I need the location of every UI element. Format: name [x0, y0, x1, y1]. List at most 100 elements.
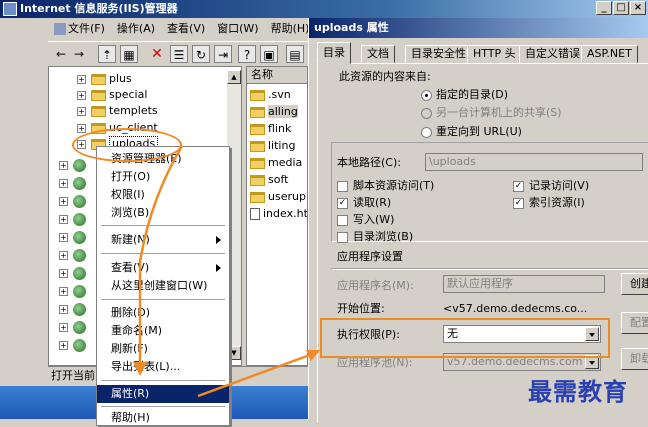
radio-button[interactable] — [421, 126, 432, 138]
website-node[interactable]: + — [59, 283, 86, 299]
website-node[interactable]: + — [59, 247, 86, 263]
expand-icon[interactable]: + — [77, 106, 86, 116]
create-button[interactable]: 创建 — [621, 273, 648, 295]
unload-button[interactable]: 卸载 — [621, 348, 648, 370]
radio-button[interactable] — [421, 89, 432, 101]
expand-icon[interactable]: + — [59, 196, 68, 206]
tree-item[interactable]: + templets — [77, 103, 158, 119]
checkbox[interactable] — [337, 180, 348, 192]
checkbox-index-resource[interactable]: ✓ 索引资源(I) — [513, 196, 585, 210]
checkbox-write[interactable]: 写入(W) — [337, 213, 394, 227]
expand-icon[interactable]: + — [59, 214, 68, 224]
minimize-button[interactable]: _ — [596, 1, 612, 15]
tab-documents[interactable]: 文档 — [361, 45, 395, 63]
radio-button[interactable] — [421, 107, 432, 119]
ctx-delete[interactable]: 删除(D) — [97, 304, 229, 322]
ctx-help[interactable]: 帮助(H) — [97, 409, 229, 427]
ctx-view[interactable]: 查看(V) — [97, 259, 229, 277]
config-button[interactable]: 配置 — [621, 312, 648, 334]
expand-icon[interactable]: + — [59, 286, 68, 296]
website-node[interactable]: + — [59, 211, 86, 227]
checkmark-icon[interactable]: ✓ — [513, 197, 524, 209]
website-node[interactable]: + — [59, 337, 86, 353]
ctx-browse[interactable]: 浏览(B) — [97, 204, 229, 222]
ctx-open[interactable]: 打开(O) — [97, 168, 229, 186]
main-title-bar[interactable]: Internet 信息服务(IIS)管理器 — [0, 0, 648, 18]
expand-icon[interactable]: + — [77, 123, 86, 133]
help-icon[interactable]: ? — [238, 45, 256, 63]
export-list-icon[interactable]: ⇥ — [214, 45, 232, 63]
scroll-up-icon[interactable]: ▲ — [227, 70, 241, 84]
maximize-button[interactable]: □ — [613, 1, 629, 15]
checkbox-directory-browsing[interactable]: 目录浏览(B) — [337, 230, 413, 244]
checkbox[interactable] — [337, 214, 348, 226]
website-node[interactable]: + — [59, 301, 86, 317]
console-tree-icon[interactable]: ▣ — [260, 45, 278, 63]
result-list[interactable]: 名称 .svn alling flink liting media soft u… — [246, 66, 308, 366]
list-item[interactable]: .svn — [250, 86, 291, 103]
menu-window[interactable]: 窗口(W) — [211, 19, 264, 39]
radio-specified-directory[interactable]: 指定的目录(D) — [421, 88, 508, 102]
checkmark-icon[interactable]: ✓ — [513, 180, 524, 192]
radio-redirect-url[interactable]: 重定向到 URL(U) — [421, 125, 522, 139]
ctx-rename[interactable]: 重命名(M) — [97, 322, 229, 340]
list-item[interactable]: liting — [250, 137, 295, 154]
checkbox-script-source[interactable]: 脚本资源访问(T) — [337, 179, 434, 193]
forward-arrow-icon[interactable]: → — [70, 45, 88, 63]
tree-item[interactable]: + plus — [77, 71, 132, 87]
tab-custom-errors[interactable]: 自定义错误 — [519, 45, 586, 63]
local-path-field[interactable]: \uploads — [425, 153, 643, 171]
ctx-new-window[interactable]: 从这里创建窗口(W) — [97, 277, 229, 295]
expand-icon[interactable]: + — [59, 322, 68, 332]
checkbox[interactable] — [337, 231, 348, 243]
expand-icon[interactable]: + — [77, 74, 86, 84]
website-node[interactable]: + — [59, 193, 86, 209]
tab-directory-security[interactable]: 目录安全性 — [405, 45, 472, 63]
expand-icon[interactable]: + — [77, 90, 86, 100]
expand-icon[interactable]: + — [59, 160, 68, 170]
close-button[interactable]: × — [630, 1, 646, 15]
column-header-name[interactable]: 名称 — [247, 67, 307, 84]
expand-icon[interactable]: + — [59, 304, 68, 314]
ctx-new[interactable]: 新建(N) — [97, 231, 229, 249]
dialog-title-bar[interactable]: uploads 属性 — [309, 18, 648, 38]
up-folder-icon[interactable]: ⇡ — [98, 45, 116, 63]
expand-icon[interactable]: + — [59, 250, 68, 260]
checkbox-log-visits[interactable]: ✓ 记录访问(V) — [513, 179, 589, 193]
expand-icon[interactable]: + — [59, 232, 68, 242]
ctx-export-list[interactable]: 导出列表(L)... — [97, 358, 229, 376]
refresh-icon[interactable]: ↻ — [192, 45, 210, 63]
toolbar-extra-icon[interactable]: ▤ — [286, 45, 304, 63]
expand-icon[interactable]: + — [59, 178, 68, 188]
website-node[interactable]: + — [59, 265, 86, 281]
checkmark-icon[interactable]: ✓ — [337, 197, 348, 209]
list-item[interactable]: media — [250, 154, 302, 171]
expand-icon[interactable]: + — [59, 340, 68, 350]
expand-icon[interactable]: + — [59, 268, 68, 278]
ctx-refresh[interactable]: 刷新(F) — [97, 340, 229, 358]
app-name-field[interactable]: 默认应用程序 — [443, 275, 605, 293]
list-item[interactable]: flink — [250, 120, 291, 137]
list-item[interactable]: alling — [250, 103, 298, 120]
website-node[interactable]: + — [59, 157, 86, 173]
list-item[interactable]: index.ht — [250, 205, 307, 222]
show-hide-tree-icon[interactable]: ▦ — [120, 45, 138, 63]
ctx-properties[interactable]: 属性(R) — [97, 385, 229, 403]
tab-directory[interactable]: 目录 — [317, 42, 351, 64]
list-item[interactable]: userup — [250, 188, 306, 205]
back-arrow-icon[interactable]: ← — [52, 45, 70, 63]
delete-icon[interactable]: ✕ — [148, 45, 166, 63]
tab-aspnet[interactable]: ASP.NET — [581, 45, 638, 63]
website-node[interactable]: + — [59, 175, 86, 191]
menu-file[interactable]: 文件(F) — [48, 19, 111, 39]
list-item[interactable]: soft — [250, 171, 288, 188]
tab-http-headers[interactable]: HTTP 头 — [467, 45, 522, 63]
ctx-permissions[interactable]: 权限(I) — [97, 186, 229, 204]
website-node[interactable]: + — [59, 319, 86, 335]
menu-action[interactable]: 操作(A) — [111, 19, 161, 39]
menu-view[interactable]: 查看(V) — [161, 19, 211, 39]
radio-share-on-computer[interactable]: 另一台计算机上的共享(S) — [421, 106, 562, 120]
tree-item[interactable]: + special — [77, 87, 147, 103]
properties-icon[interactable]: ☰ — [170, 45, 188, 63]
checkbox-read[interactable]: ✓ 读取(R) — [337, 196, 391, 210]
